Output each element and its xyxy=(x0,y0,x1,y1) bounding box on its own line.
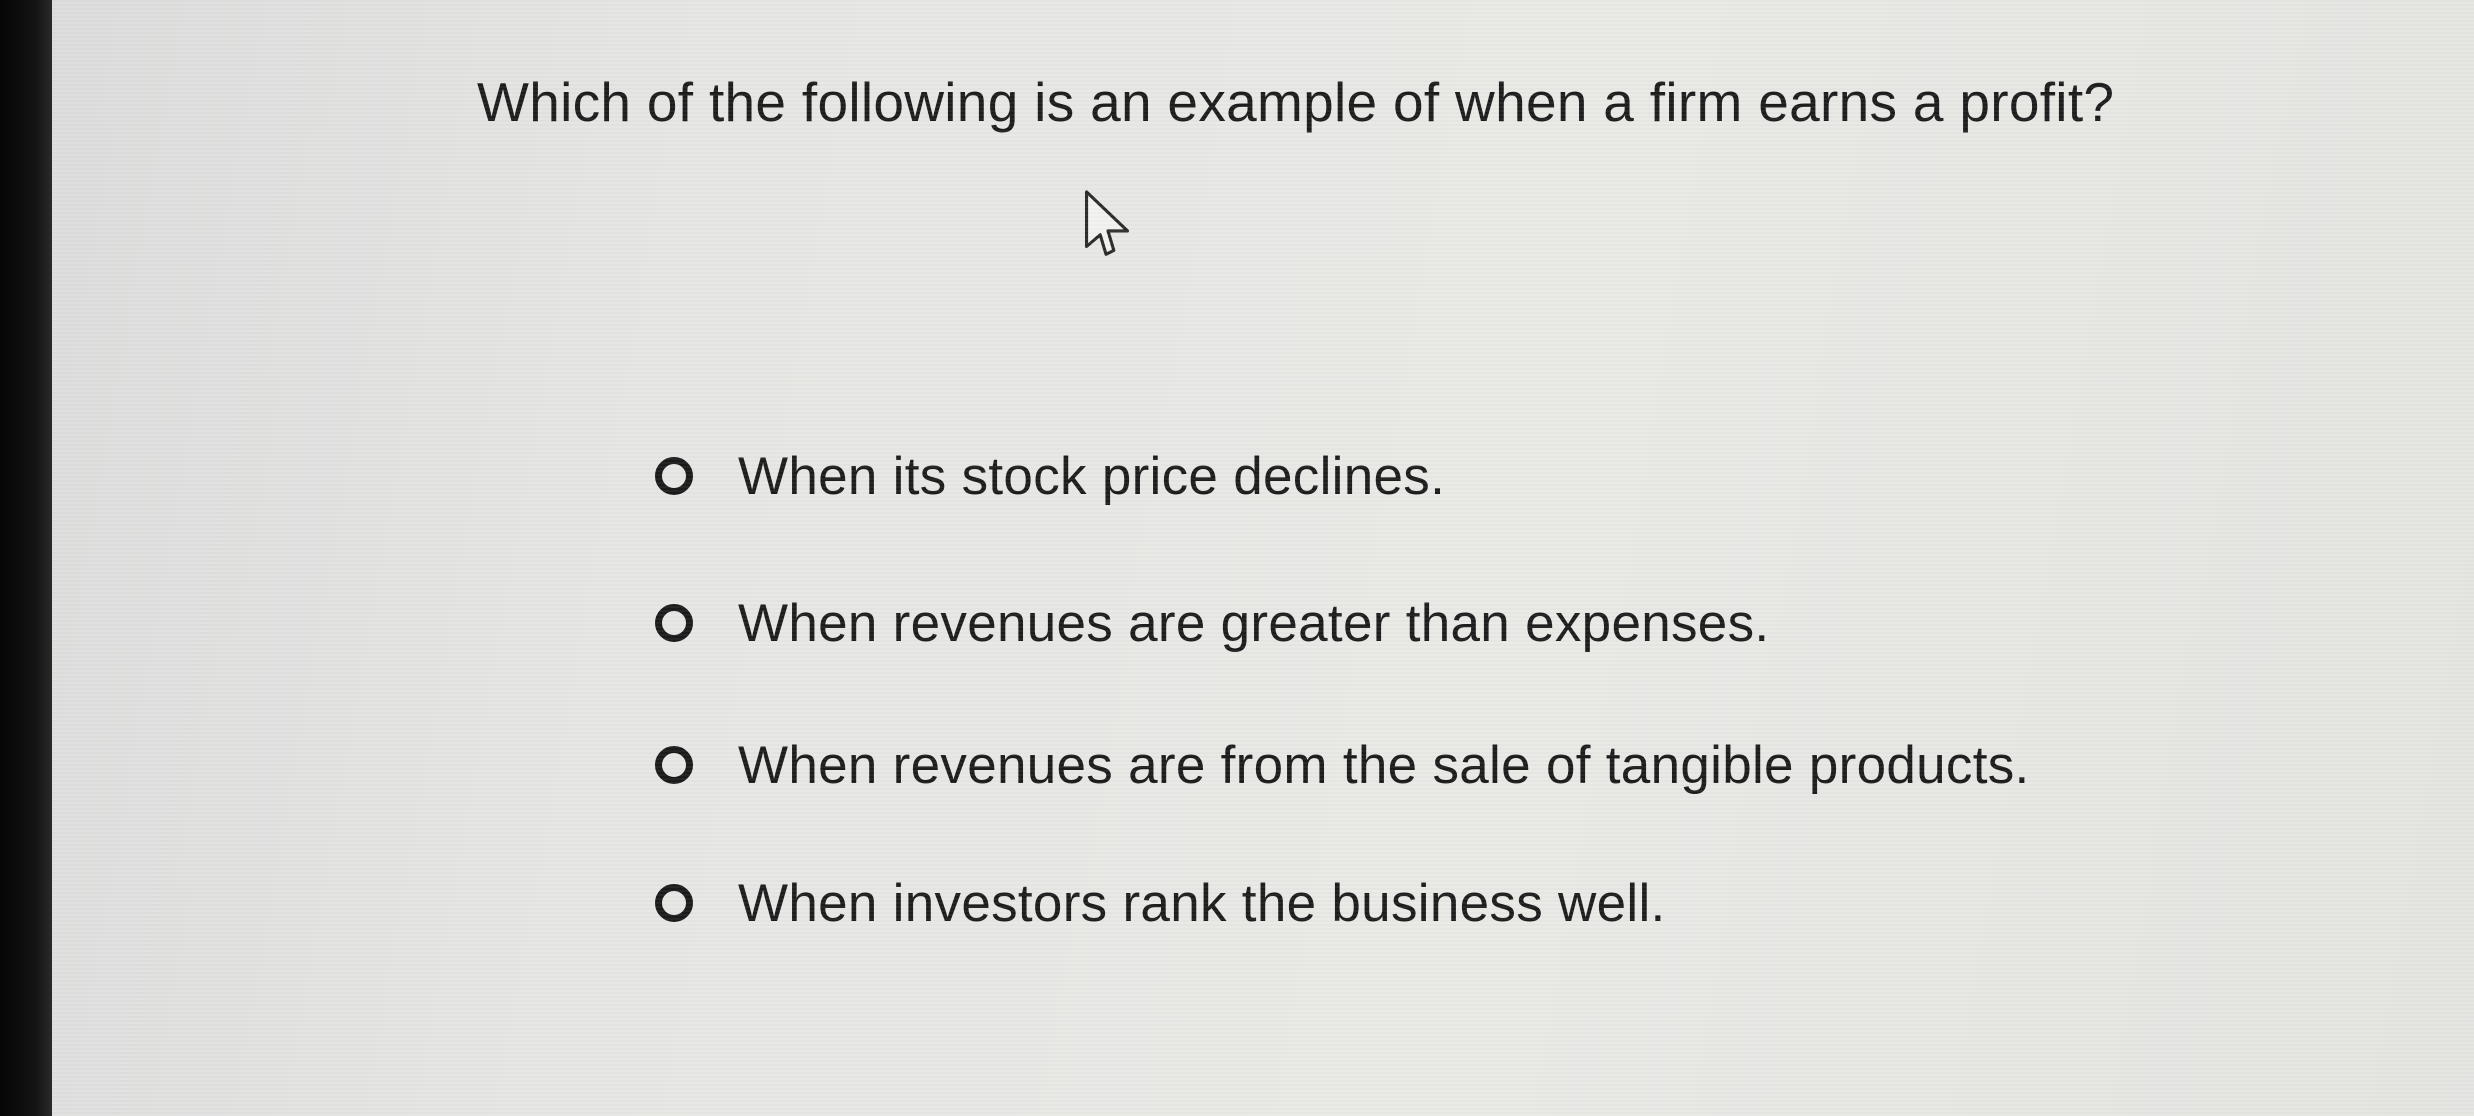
answer-option-1[interactable]: When its stock price declines. xyxy=(655,430,2030,522)
answer-option-label: When investors rank the business well. xyxy=(738,873,1666,933)
answer-option-3[interactable]: When revenues are from the sale of tangi… xyxy=(655,719,2030,811)
answer-option-2[interactable]: When revenues are greater than expenses. xyxy=(655,577,2030,669)
radio-button-icon[interactable] xyxy=(655,604,693,642)
answer-option-label: When revenues are greater than expenses. xyxy=(738,593,1770,653)
question-text: Which of the following is an example of … xyxy=(477,71,2115,133)
monitor-bezel xyxy=(0,0,52,1116)
answer-option-label: When its stock price declines. xyxy=(738,446,1446,506)
hand-pointer-cursor-icon xyxy=(1084,190,1130,256)
radio-button-icon[interactable] xyxy=(655,746,693,784)
answer-options: When its stock price declines. When reve… xyxy=(655,430,2030,1004)
answer-option-4[interactable]: When investors rank the business well. xyxy=(655,857,2030,949)
answer-option-label: When revenues are from the sale of tangi… xyxy=(738,735,2030,795)
radio-button-icon[interactable] xyxy=(655,884,693,922)
radio-button-icon[interactable] xyxy=(655,457,693,495)
quiz-screen: Which of the following is an example of … xyxy=(52,0,2474,1116)
